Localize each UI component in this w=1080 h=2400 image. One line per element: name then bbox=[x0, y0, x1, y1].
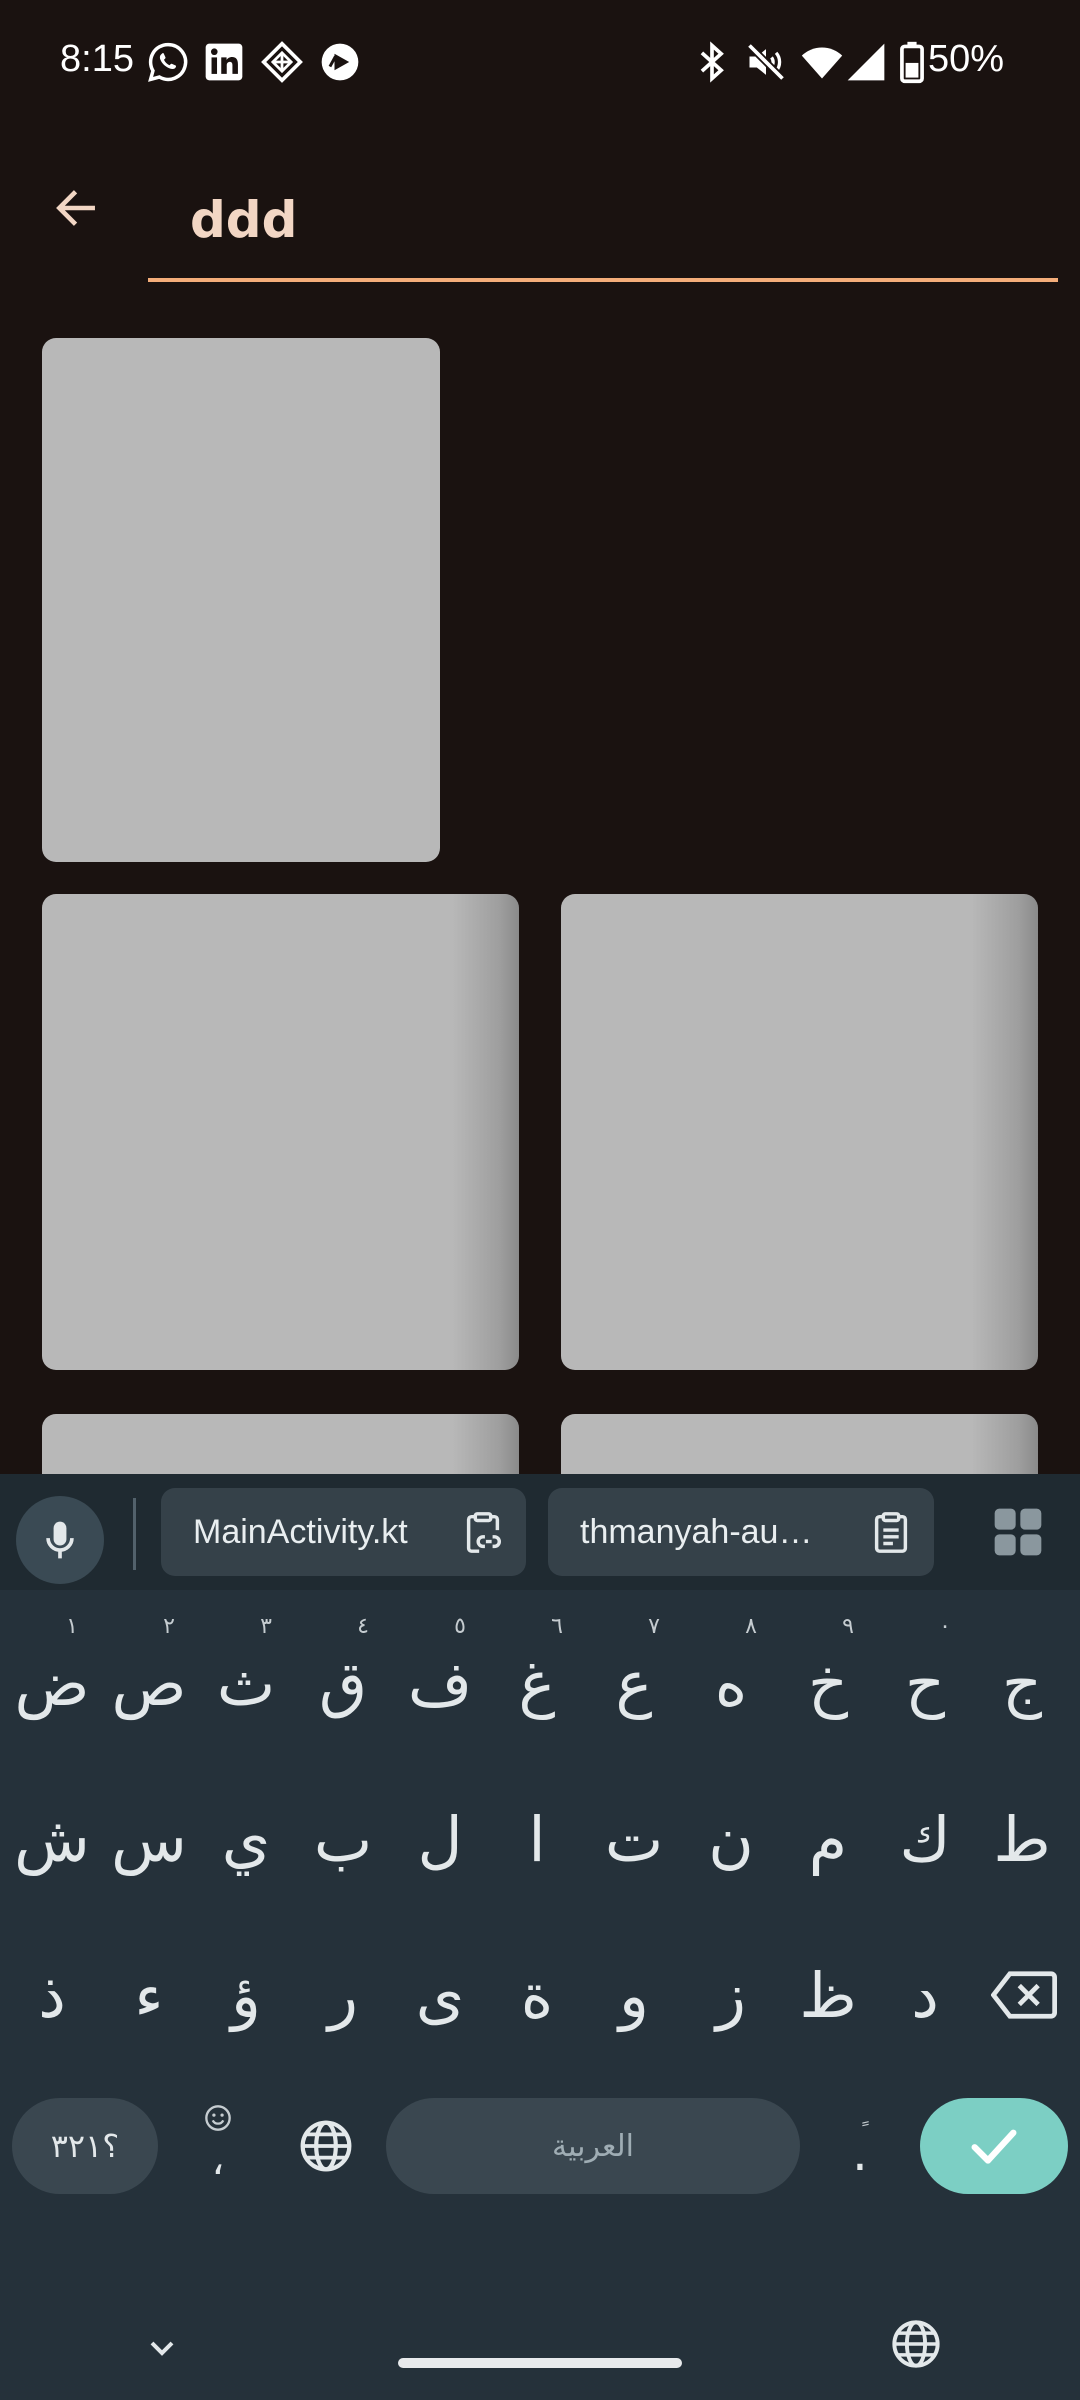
battery-percent: 50% bbox=[928, 38, 1005, 80]
search-underline bbox=[148, 278, 1058, 282]
clipboard-icon bbox=[874, 1512, 908, 1553]
key[interactable]: ف٥ bbox=[392, 1608, 488, 1758]
key[interactable]: ر bbox=[295, 1920, 391, 2070]
key[interactable]: س bbox=[101, 1764, 197, 1914]
key[interactable]: غ٦ bbox=[489, 1608, 585, 1758]
linkedin-icon bbox=[205, 43, 243, 81]
key[interactable]: ؤ bbox=[198, 1920, 294, 2070]
key[interactable]: ق٤ bbox=[295, 1608, 391, 1758]
comma-label: ، bbox=[211, 2138, 225, 2184]
back-button[interactable] bbox=[40, 172, 112, 244]
bluetooth-icon bbox=[700, 41, 724, 83]
key[interactable]: ب bbox=[295, 1764, 391, 1914]
key[interactable]: ج bbox=[974, 1608, 1070, 1758]
key[interactable]: ث٣ bbox=[198, 1608, 294, 1758]
key-row-2: ش س ي ب ل ا ت ن م ك ط bbox=[0, 1764, 1080, 1914]
key[interactable]: ل bbox=[392, 1764, 488, 1914]
key[interactable]: ص٢ bbox=[101, 1608, 197, 1758]
key[interactable]: خ٩ bbox=[780, 1608, 876, 1758]
key[interactable]: ي bbox=[198, 1764, 294, 1914]
arrow-left-icon bbox=[56, 190, 95, 226]
key[interactable]: ض١ bbox=[4, 1608, 100, 1758]
enter-key[interactable] bbox=[920, 2098, 1068, 2194]
key[interactable]: ة bbox=[489, 1920, 585, 2070]
key[interactable]: ى bbox=[392, 1920, 488, 2070]
emoji-icon bbox=[205, 2105, 231, 2131]
checkmark-icon bbox=[971, 2129, 1017, 2164]
key[interactable]: ا bbox=[489, 1764, 585, 1914]
signal-icon bbox=[847, 43, 885, 81]
keyboard: MainActivity.kt thmanyah-au… ض١ ص٢ ث ٣ ق… bbox=[0, 1474, 1080, 2400]
key[interactable]: ز bbox=[683, 1920, 779, 2070]
clipboard-suggestion[interactable]: thmanyah-au… bbox=[548, 1488, 934, 1576]
play-icon bbox=[321, 43, 359, 81]
suggestion-strip: MainActivity.kt thmanyah-au… bbox=[0, 1474, 1080, 1590]
period-label: . bbox=[852, 2124, 868, 2182]
search-input[interactable] bbox=[148, 160, 1058, 280]
key[interactable]: ت bbox=[586, 1764, 682, 1914]
backspace-key[interactable] bbox=[974, 1920, 1074, 2070]
apps-grid-icon[interactable] bbox=[990, 1504, 1046, 1560]
language-key[interactable] bbox=[278, 2098, 374, 2194]
key[interactable]: د bbox=[877, 1920, 973, 2070]
key-row-1: ض١ ص٢ ث٣ ق٤ ف٥ غ٦ ع٧ ه٨ خ٩ ح٠ ج bbox=[0, 1608, 1080, 1758]
microphone-icon bbox=[46, 1521, 74, 1559]
key[interactable]: ء bbox=[101, 1920, 197, 2070]
voice-input-button[interactable] bbox=[16, 1496, 104, 1584]
result-tile[interactable] bbox=[561, 894, 1038, 1370]
app-grid-icon bbox=[261, 41, 303, 83]
key[interactable]: ك bbox=[877, 1764, 973, 1914]
key[interactable]: و bbox=[586, 1920, 682, 2070]
key[interactable]: ح٠ bbox=[877, 1608, 973, 1758]
result-tile[interactable] bbox=[42, 338, 440, 862]
period-key[interactable]: ٍ . bbox=[812, 2098, 908, 2194]
wifi-icon bbox=[801, 47, 843, 79]
numbers-key[interactable]: ؟٣٢١ bbox=[12, 2098, 158, 2194]
result-tile[interactable] bbox=[42, 894, 519, 1370]
space-key[interactable]: العربية bbox=[386, 2098, 800, 2194]
clipboard-suggestion[interactable]: MainActivity.kt bbox=[161, 1488, 526, 1576]
key-row-3: ذ ء ؤ ر ى ة و ز ظ د bbox=[0, 1920, 1080, 2070]
globe-icon bbox=[300, 2120, 352, 2172]
backspace-icon bbox=[991, 1971, 1057, 2019]
switch-input-button[interactable] bbox=[884, 2312, 948, 2376]
key[interactable]: ذ bbox=[4, 1920, 100, 2070]
clipboard-suggestion-label: thmanyah-au… bbox=[580, 1512, 813, 1551]
globe-icon bbox=[892, 2320, 940, 2368]
key[interactable]: ن bbox=[683, 1764, 779, 1914]
whatsapp-icon bbox=[148, 42, 188, 82]
gesture-nav-handle[interactable] bbox=[398, 2358, 682, 2368]
key[interactable]: ط bbox=[974, 1764, 1070, 1914]
clipboard-link-icon bbox=[466, 1512, 501, 1553]
key[interactable]: ع٧ bbox=[586, 1608, 682, 1758]
key[interactable]: م bbox=[780, 1764, 876, 1914]
mute-icon bbox=[746, 42, 786, 82]
key[interactable]: ه٨ bbox=[683, 1608, 779, 1758]
key[interactable]: ظ bbox=[780, 1920, 876, 2070]
key[interactable]: ش bbox=[4, 1764, 100, 1914]
clipboard-suggestion-label: MainActivity.kt bbox=[193, 1512, 408, 1551]
status-time: 8:15 bbox=[60, 38, 134, 80]
chevron-down-icon bbox=[150, 2341, 174, 2356]
comma-emoji-key[interactable]: ، bbox=[172, 2098, 264, 2194]
strip-divider bbox=[133, 1498, 136, 1570]
hide-keyboard-button[interactable] bbox=[130, 2316, 194, 2380]
status-bar: 8:15 50% bbox=[0, 0, 1080, 128]
